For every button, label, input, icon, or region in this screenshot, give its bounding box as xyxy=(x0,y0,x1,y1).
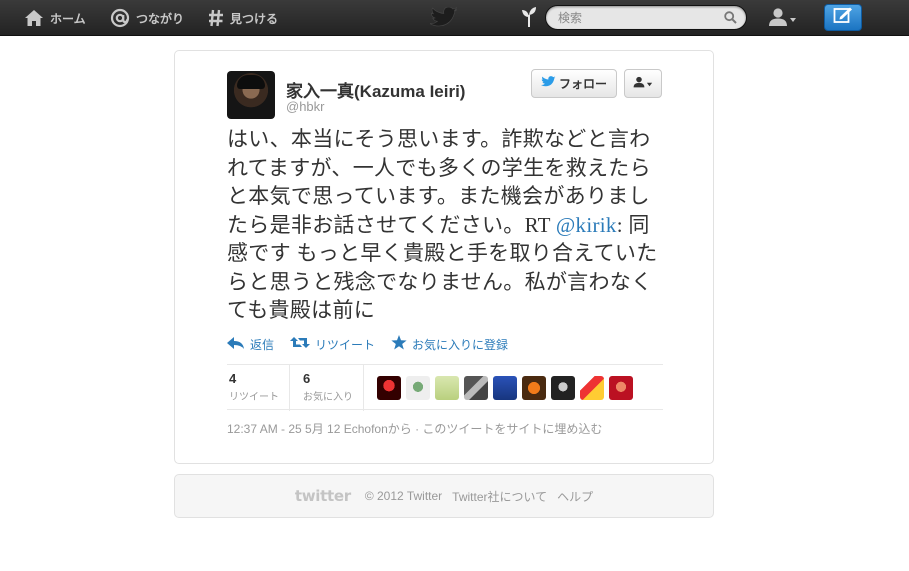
tweet-meta[interactable]: 12:37 AM - 25 5月 12 Echofonから · このツイートをサ… xyxy=(227,420,602,437)
user-actions-button[interactable] xyxy=(624,69,662,98)
engager-avatar[interactable] xyxy=(406,376,430,400)
search-box xyxy=(545,5,747,30)
favorite-stat[interactable]: 6 お気に入り xyxy=(303,371,353,403)
star-icon xyxy=(391,335,412,353)
nav-discover[interactable]: 見つける xyxy=(208,0,278,36)
retweet-button[interactable]: リツイート xyxy=(290,335,375,353)
retweet-count: 4 xyxy=(229,371,237,386)
user-icon xyxy=(633,75,645,93)
favorite-stat-label: お気に入り xyxy=(303,392,353,403)
nav-home[interactable]: ホーム xyxy=(24,0,86,36)
engager-avatar[interactable] xyxy=(435,376,459,400)
engager-avatar[interactable] xyxy=(377,376,401,400)
chevron-down-icon xyxy=(645,75,654,93)
reply-icon xyxy=(227,336,250,352)
engager-avatar[interactable] xyxy=(464,376,488,400)
compose-tweet-button[interactable] xyxy=(824,4,862,31)
engager-avatar[interactable] xyxy=(493,376,517,400)
reply-button[interactable]: 返信 xyxy=(227,335,274,353)
hashtag-icon xyxy=(208,9,224,27)
stat-divider xyxy=(363,365,364,411)
compose-icon xyxy=(833,6,853,29)
engager-avatars xyxy=(377,376,638,400)
retweet-stat-label: リツイート xyxy=(229,392,279,403)
chevron-down-icon xyxy=(788,11,798,29)
favorite-label: お気に入りに登録 xyxy=(412,337,509,352)
sprout-icon[interactable] xyxy=(521,6,537,33)
follow-button-label: フォロー xyxy=(558,77,607,91)
copyright-text: © 2012 Twitter xyxy=(364,489,443,503)
nav-connect-label: つながり xyxy=(136,11,185,26)
reply-label: 返信 xyxy=(250,337,275,352)
retweet-label: リツイート xyxy=(315,337,376,352)
twitter-bird-icon[interactable] xyxy=(429,6,458,34)
tweet-actions: 返信 リツイート お気に入りに登録 xyxy=(227,335,524,353)
nav-discover-label: 見つける xyxy=(230,11,279,26)
tweet-stats: 4 リツイート 6 お気に入り xyxy=(227,364,663,411)
engager-avatar[interactable] xyxy=(609,376,633,400)
home-icon xyxy=(24,9,44,27)
top-navigation-bar: ホーム つながり 見つける xyxy=(0,0,909,36)
retweet-icon xyxy=(290,336,315,352)
follow-button[interactable]: フォロー xyxy=(531,69,617,98)
engager-avatar[interactable] xyxy=(522,376,546,400)
about-link[interactable]: Twitter社について xyxy=(452,488,547,505)
tweet-card: 家入一真(Kazuma Ieiri) @hbkr フォロー はい、本当にそう思い… xyxy=(174,50,714,464)
tweet-text: はい、本当にそう思います。詐欺などと言われてますが、一人でも多くの学生を救えたら… xyxy=(227,125,667,325)
author-handle[interactable]: @hbkr xyxy=(286,99,325,114)
nav-connect[interactable]: つながり xyxy=(110,0,184,36)
favorite-button[interactable]: お気に入りに登録 xyxy=(391,335,508,353)
search-input[interactable] xyxy=(558,10,718,26)
mention-link[interactable]: @kirik xyxy=(556,213,617,237)
at-sign-icon xyxy=(110,8,130,28)
search-icon[interactable] xyxy=(724,11,737,29)
stat-divider xyxy=(289,365,290,411)
user-icon xyxy=(768,7,788,32)
nav-home-label: ホーム xyxy=(50,11,86,26)
avatar[interactable] xyxy=(227,71,275,119)
retweet-stat[interactable]: 4 リツイート xyxy=(229,371,279,403)
twitter-logo[interactable]: twitter xyxy=(295,487,351,505)
help-link[interactable]: ヘルプ xyxy=(557,488,593,505)
engager-avatar[interactable] xyxy=(580,376,604,400)
twitter-bird-icon xyxy=(540,76,559,91)
page-footer: twitter © 2012 Twitter Twitter社について ヘルプ xyxy=(174,474,714,518)
engager-avatar[interactable] xyxy=(551,376,575,400)
account-menu[interactable] xyxy=(768,7,798,32)
favorite-count: 6 xyxy=(303,371,311,386)
